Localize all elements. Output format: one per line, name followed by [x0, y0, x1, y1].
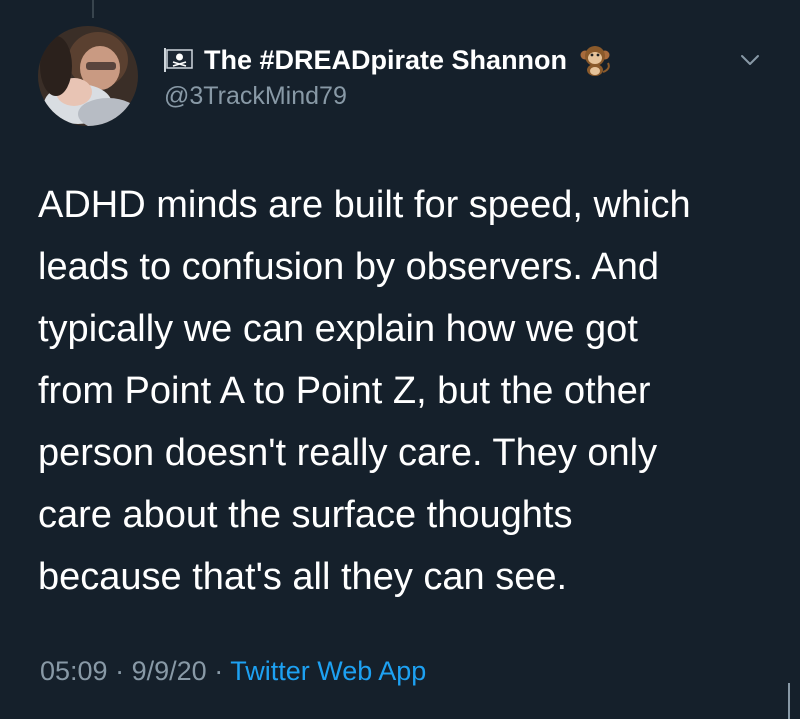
user-handle[interactable]: @3TrackMind79: [164, 82, 613, 111]
tweet-text-line: leads to confusion by observers. And: [38, 246, 660, 288]
tweet-header: The #DREADpirate Shannon @3TrackMind79: [38, 26, 772, 136]
tweet-text-line: ADHD minds are built for speed, which: [38, 184, 691, 226]
tweet-date[interactable]: 9/9/20: [132, 656, 207, 686]
tweet-text-line: because that's all they can see.: [38, 556, 568, 598]
tweet-time[interactable]: 05:09: [40, 656, 108, 686]
tweet-text-line: person doesn't really care. They only: [38, 432, 658, 474]
chevron-down-icon[interactable]: [738, 48, 762, 72]
tweet-text-line: from Point A to Point Z, but the other: [38, 370, 651, 412]
tweet-meta: 05:09 · 9/9/20 · Twitter Web App: [40, 656, 426, 687]
meta-separator: ·: [115, 656, 125, 686]
thread-line: [92, 0, 94, 18]
scroll-indicator: [788, 683, 790, 719]
avatar-photo: [38, 26, 138, 126]
pirate-flag-icon: [164, 48, 193, 72]
tweet-text-line: care about the surface thoughts: [38, 494, 573, 536]
avatar[interactable]: [38, 26, 138, 126]
display-name[interactable]: The #DREADpirate Shannon: [204, 45, 567, 76]
meta-separator: ·: [214, 656, 224, 686]
tweet-text: ADHD minds are built for speed, which le…: [38, 174, 778, 608]
display-name-row[interactable]: The #DREADpirate Shannon: [164, 40, 613, 80]
tweet-source-link[interactable]: Twitter Web App: [230, 656, 426, 686]
tweet-text-line: typically we can explain how we got: [38, 308, 638, 350]
author-info: The #DREADpirate Shannon @3TrackMind79: [164, 40, 613, 111]
monkey-emoji-icon: [580, 46, 610, 76]
